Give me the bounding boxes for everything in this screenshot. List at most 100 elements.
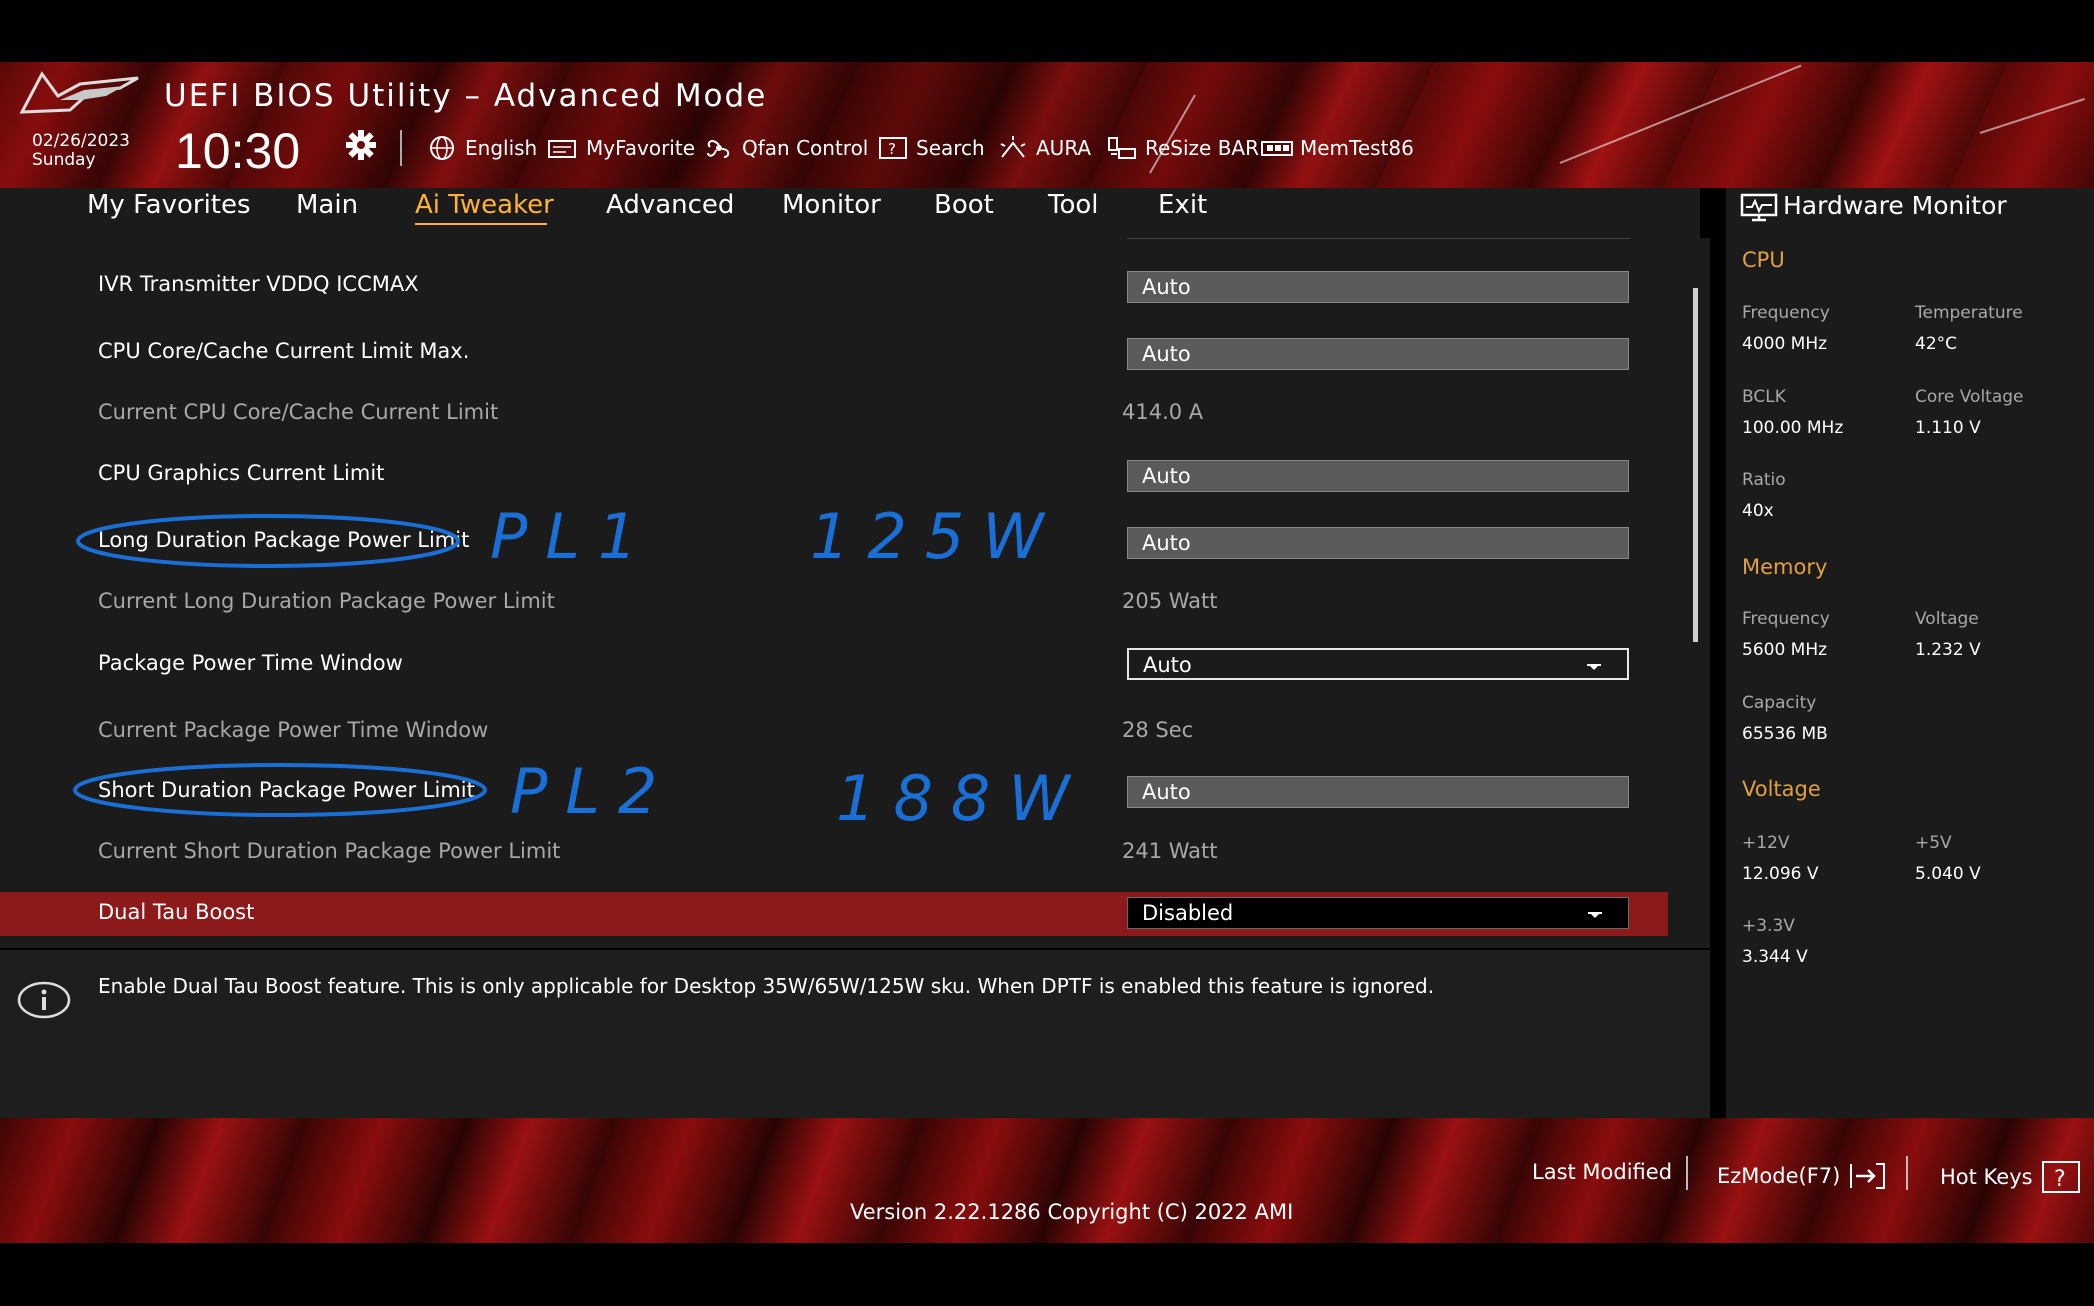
clock: 10:30 xyxy=(175,123,301,179)
search-button[interactable]: ? Search xyxy=(876,134,985,162)
setting-label-current-cpu-core-cache-limit: Current CPU Core/Cache Current Limit xyxy=(98,400,499,424)
tab-my-favorites[interactable]: My Favorites xyxy=(87,190,251,220)
qfan-control-label: Qfan Control xyxy=(742,136,869,160)
active-tab-indicator xyxy=(415,223,547,225)
setting-value-cpu-graphics-current-limit[interactable]: Auto xyxy=(1127,460,1629,492)
setting-value-current-package-time-window: 28 Sec xyxy=(1122,718,1194,742)
field-value: Auto xyxy=(1142,780,1191,804)
field-value: Auto xyxy=(1143,653,1192,677)
footer-divider xyxy=(1686,1156,1688,1190)
hot-keys-label: Hot Keys xyxy=(1940,1165,2033,1189)
setting-label-short-duration-power-limit[interactable]: Short Duration Package Power Limit xyxy=(98,778,475,802)
resize-bar-button[interactable]: ReSize BAR xyxy=(1105,134,1259,162)
hw-5v-label: +5V xyxy=(1915,833,1952,853)
hw-cpu-frequency-label: Frequency xyxy=(1742,303,1830,323)
setting-label-current-short-duration-limit: Current Short Duration Package Power Lim… xyxy=(98,839,561,863)
setting-label-package-power-time-window[interactable]: Package Power Time Window xyxy=(98,651,403,675)
hw-mem-frequency-value: 5600 MHz xyxy=(1742,640,1828,660)
help-text: Enable Dual Tau Boost feature. This is o… xyxy=(98,974,1435,998)
exit-arrow-icon xyxy=(1850,1163,1886,1189)
bios-title: UEFI BIOS Utility – Advanced Mode xyxy=(164,78,768,114)
setting-value-ivr-vddq-iccmax[interactable]: Auto xyxy=(1127,271,1629,303)
header-divider xyxy=(400,130,402,166)
qfan-control-button[interactable]: Qfan Control xyxy=(702,134,868,162)
hot-keys-button[interactable]: Hot Keys ? xyxy=(1940,1160,2081,1194)
settings-scrollbar[interactable] xyxy=(1693,288,1698,642)
hw-5v-value: 5.040 V xyxy=(1915,864,1981,884)
memtest-icon xyxy=(1261,141,1293,156)
search-label: Search xyxy=(916,136,985,160)
hw-bclk-value: 100.00 MHz xyxy=(1742,418,1844,438)
tab-exit[interactable]: Exit xyxy=(1158,190,1207,220)
hw-3v3-value: 3.344 V xyxy=(1742,947,1808,967)
tab-ai-tweaker[interactable]: Ai Tweaker xyxy=(415,190,554,220)
hw-ratio-value: 40x xyxy=(1742,501,1774,521)
footer-divider xyxy=(1906,1156,1908,1190)
day-text: Sunday xyxy=(32,150,96,170)
date-text: 02/26/2023 xyxy=(32,131,130,151)
setting-label-cpu-core-cache-limit-max[interactable]: CPU Core/Cache Current Limit Max. xyxy=(98,339,469,363)
tab-tool[interactable]: Tool xyxy=(1048,190,1099,220)
globe-icon xyxy=(430,136,454,160)
field-value: Auto xyxy=(1142,275,1191,299)
aura-icon xyxy=(1000,136,1026,158)
annotation-pl2: PL2 xyxy=(510,755,676,828)
annotation-pl1: PL1 xyxy=(490,500,656,573)
hw-core-voltage-label: Core Voltage xyxy=(1915,387,2024,407)
setting-label-current-long-duration-limit: Current Long Duration Package Power Limi… xyxy=(98,589,555,613)
aura-button[interactable]: AURA xyxy=(996,134,1091,162)
monitor-icon xyxy=(1740,193,1778,222)
hw-mem-capacity-value: 65536 MB xyxy=(1742,724,1828,744)
svg-text:?: ? xyxy=(888,140,896,158)
hw-mem-capacity-label: Capacity xyxy=(1742,693,1817,713)
myfavorite-button[interactable]: MyFavorite xyxy=(546,134,695,162)
setting-label-ivr-vddq-iccmax[interactable]: IVR Transmitter VDDQ ICCMAX xyxy=(98,272,419,296)
tab-advanced[interactable]: Advanced xyxy=(606,190,734,220)
ezmode-button[interactable]: EzMode(F7) xyxy=(1717,1160,1888,1192)
hw-core-voltage-value: 1.110 V xyxy=(1915,418,1981,438)
field-value: Auto xyxy=(1142,464,1191,488)
favorite-icon xyxy=(548,140,576,158)
ezmode-label: EzMode(F7) xyxy=(1717,1164,1841,1188)
hw-12v-label: +12V xyxy=(1742,833,1790,853)
field-value: Auto xyxy=(1142,342,1191,366)
hw-3v3-label: +3.3V xyxy=(1742,916,1795,936)
memtest86-button[interactable]: MemTest86 xyxy=(1260,134,1414,162)
hw-cpu-frequency-value: 4000 MHz xyxy=(1742,334,1828,354)
tab-main[interactable]: Main xyxy=(296,190,358,220)
setting-label-dual-tau-boost[interactable]: Dual Tau Boost xyxy=(98,900,254,924)
hw-section-cpu: CPU xyxy=(1742,248,1785,272)
hardware-monitor-title: Hardware Monitor xyxy=(1783,191,2007,220)
annotation-pl1-value: 125W xyxy=(810,500,1062,573)
setting-value-long-duration-power-limit[interactable]: Auto xyxy=(1127,527,1629,559)
hw-mem-frequency-label: Frequency xyxy=(1742,609,1830,629)
hw-ratio-label: Ratio xyxy=(1742,470,1786,490)
version-text: Version 2.22.1286 Copyright (C) 2022 AMI xyxy=(850,1200,1294,1224)
chevron-down-icon xyxy=(1587,664,1601,670)
setting-value-cpu-core-cache-limit-max[interactable]: Auto xyxy=(1127,338,1629,370)
aura-label: AURA xyxy=(1036,136,1092,160)
gear-icon[interactable] xyxy=(344,128,378,162)
hw-12v-value: 12.096 V xyxy=(1742,864,1819,884)
hw-mem-voltage-value: 1.232 V xyxy=(1915,640,1981,660)
setting-value-short-duration-power-limit[interactable]: Auto xyxy=(1127,776,1629,808)
language-label: English xyxy=(465,136,538,160)
info-icon xyxy=(17,981,71,1019)
help-question-icon: ? xyxy=(2041,1161,2080,1193)
tab-monitor[interactable]: Monitor xyxy=(782,190,881,220)
tab-boot[interactable]: Boot xyxy=(934,190,994,220)
date-display: 02/26/2023 Sunday xyxy=(32,132,130,170)
setting-dropdown-package-power-time-window[interactable]: Auto xyxy=(1127,648,1629,680)
hw-mem-voltage-label: Voltage xyxy=(1915,609,1979,629)
hw-section-memory: Memory xyxy=(1742,555,1828,579)
annotation-pl2-value: 188W xyxy=(836,762,1088,835)
chevron-down-icon xyxy=(1588,912,1602,918)
last-modified-button[interactable]: Last Modified xyxy=(1532,1160,1672,1184)
search-icon: ? xyxy=(879,137,907,159)
setting-dropdown-dual-tau-boost[interactable]: Disabled xyxy=(1127,897,1629,929)
setting-label-cpu-graphics-current-limit[interactable]: CPU Graphics Current Limit xyxy=(98,461,384,485)
svg-text:?: ? xyxy=(2054,1167,2066,1192)
language-button[interactable]: English xyxy=(425,134,537,162)
setting-label-long-duration-power-limit[interactable]: Long Duration Package Power Limit xyxy=(98,528,469,552)
hw-section-voltage: Voltage xyxy=(1742,777,1821,801)
